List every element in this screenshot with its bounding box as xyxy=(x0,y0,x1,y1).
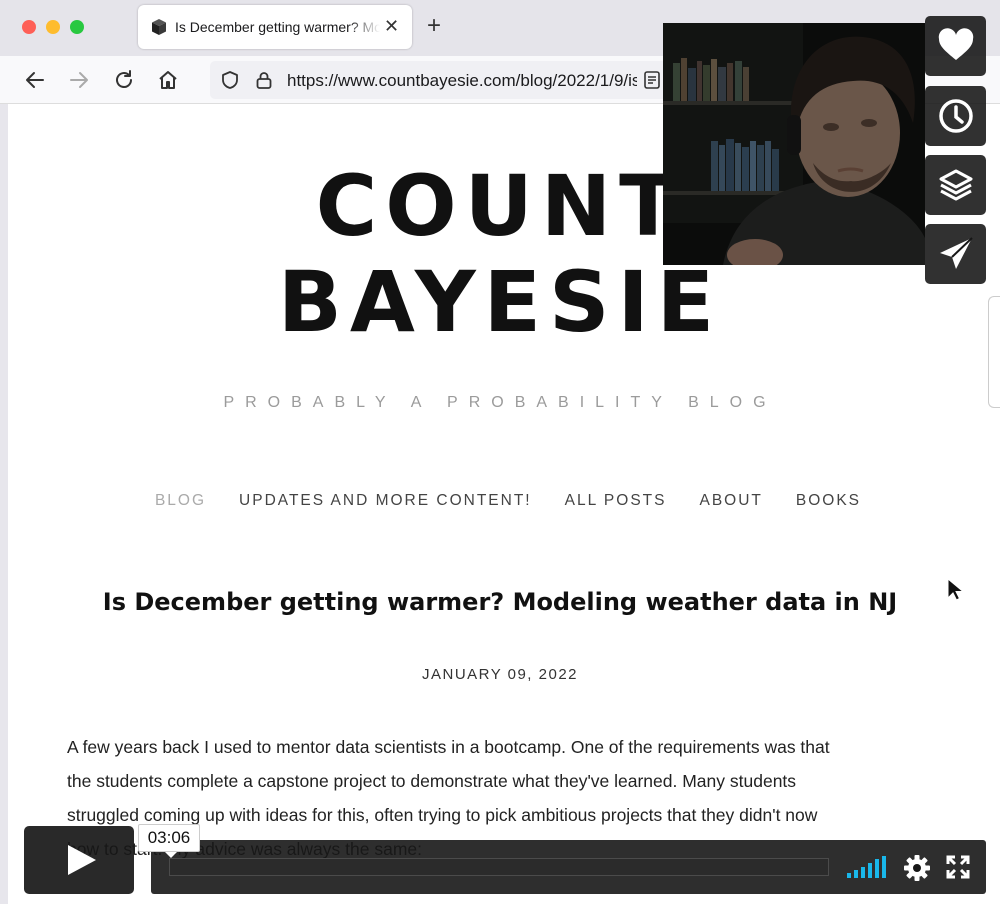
like-icon xyxy=(938,28,974,60)
reload-icon[interactable] xyxy=(112,68,136,92)
progress-bar[interactable] xyxy=(169,858,829,876)
post-line: A few years back I used to mentor data s… xyxy=(67,737,830,757)
site-tagline: PROBABLY A PROBABILITY BLOG xyxy=(223,394,777,411)
watch-later-button[interactable] xyxy=(925,86,986,146)
forward-icon[interactable] xyxy=(67,68,91,92)
collections-icon xyxy=(939,169,973,201)
settings-icon[interactable] xyxy=(903,854,931,882)
url-text[interactable]: https://www.countbayesie.com/blog/2022/1… xyxy=(287,71,637,91)
site-navigation: BLOG UPDATES AND MORE CONTENT! ALL POSTS… xyxy=(128,492,888,510)
page-left-edge xyxy=(0,104,8,904)
page-scrollbar[interactable] xyxy=(988,296,1000,408)
nav-about[interactable]: ABOUT xyxy=(699,492,762,510)
post-date: JANUARY 09, 2022 xyxy=(421,666,579,683)
browser-tab[interactable]: Is December getting warmer? Modeling wea… xyxy=(138,5,412,49)
player-control-bar xyxy=(151,840,986,894)
home-icon[interactable] xyxy=(156,68,180,92)
nav-updates[interactable]: UPDATES AND MORE CONTENT! xyxy=(239,492,532,510)
minimize-window-button[interactable] xyxy=(46,20,60,34)
nav-all-posts[interactable]: ALL POSTS xyxy=(565,492,667,510)
volume-icon[interactable] xyxy=(847,856,889,878)
address-bar[interactable]: https://www.countbayesie.com/blog/2022/1… xyxy=(210,61,670,99)
presenter-video-icon xyxy=(663,23,925,265)
fullscreen-icon[interactable] xyxy=(946,855,970,879)
tab-title: Is December getting warmer? Modeling wea… xyxy=(175,19,380,35)
lock-icon[interactable] xyxy=(254,70,274,90)
share-icon xyxy=(940,237,973,269)
mouse-cursor-icon xyxy=(947,578,964,601)
like-button[interactable] xyxy=(925,16,986,76)
zoom-window-button[interactable] xyxy=(70,20,84,34)
site-favicon-icon xyxy=(152,19,166,35)
nav-books[interactable]: BOOKS xyxy=(796,492,861,510)
post-title[interactable]: Is December getting warmer? Modeling wea… xyxy=(60,588,940,616)
play-button[interactable] xyxy=(24,826,134,894)
logo-line-2: BAYESIE xyxy=(277,253,723,351)
shield-icon[interactable] xyxy=(220,70,240,90)
collections-button[interactable] xyxy=(925,155,986,215)
nav-blog[interactable]: BLOG xyxy=(155,492,206,510)
watch-later-icon xyxy=(939,99,973,133)
post-line: the students complete a capstone project… xyxy=(67,771,797,791)
webcam-overlay xyxy=(663,23,925,265)
play-icon xyxy=(68,845,96,875)
share-button[interactable] xyxy=(925,224,986,284)
reader-view-icon[interactable] xyxy=(642,70,662,90)
close-tab-icon[interactable]: ✕ xyxy=(384,16,399,36)
new-tab-icon[interactable]: + xyxy=(427,14,441,38)
hover-timecode: 03:06 xyxy=(138,824,200,858)
close-window-button[interactable] xyxy=(22,20,36,34)
back-icon[interactable] xyxy=(23,68,47,92)
